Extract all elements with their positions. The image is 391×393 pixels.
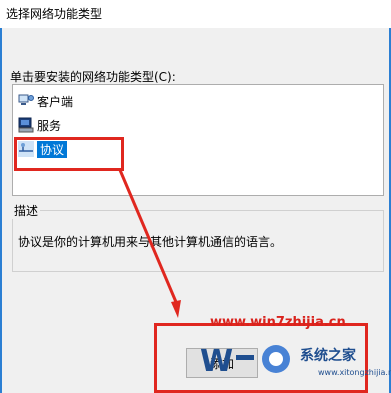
list-item-label: 客户端 <box>37 94 74 109</box>
service-computer-icon <box>18 117 34 133</box>
watermark-url: www.win7zhijia.cn <box>210 315 346 330</box>
select-network-feature-dialog: 选择网络功能类型 单击要安装的网络功能类型(C): 客户端 服务 协议 描述 协… <box>0 0 391 393</box>
svg-text:W: W <box>200 344 233 379</box>
dialog-title: 选择网络功能类型 <box>6 7 103 21</box>
description-title: 描述 <box>12 202 41 219</box>
list-item-client[interactable]: 客户端 <box>18 91 73 111</box>
watermark-logo-graphic: W <box>200 344 290 379</box>
title-bar[interactable]: 选择网络功能类型 <box>0 0 391 28</box>
watermark-sub-url: www.xitongzhijia.net <box>318 368 391 377</box>
description-text: 协议是你的计算机用来与其他计算机通信的语言。 <box>18 235 283 249</box>
highlight-protocol-box <box>14 137 124 171</box>
list-item-label: 服务 <box>37 118 62 133</box>
list-item-service[interactable]: 服务 <box>18 115 61 135</box>
client-computer-icon <box>18 93 34 109</box>
watermark-logo-text: 系统之家 <box>300 348 356 364</box>
feature-type-prompt: 单击要安装的网络功能类型(C): <box>10 70 176 84</box>
